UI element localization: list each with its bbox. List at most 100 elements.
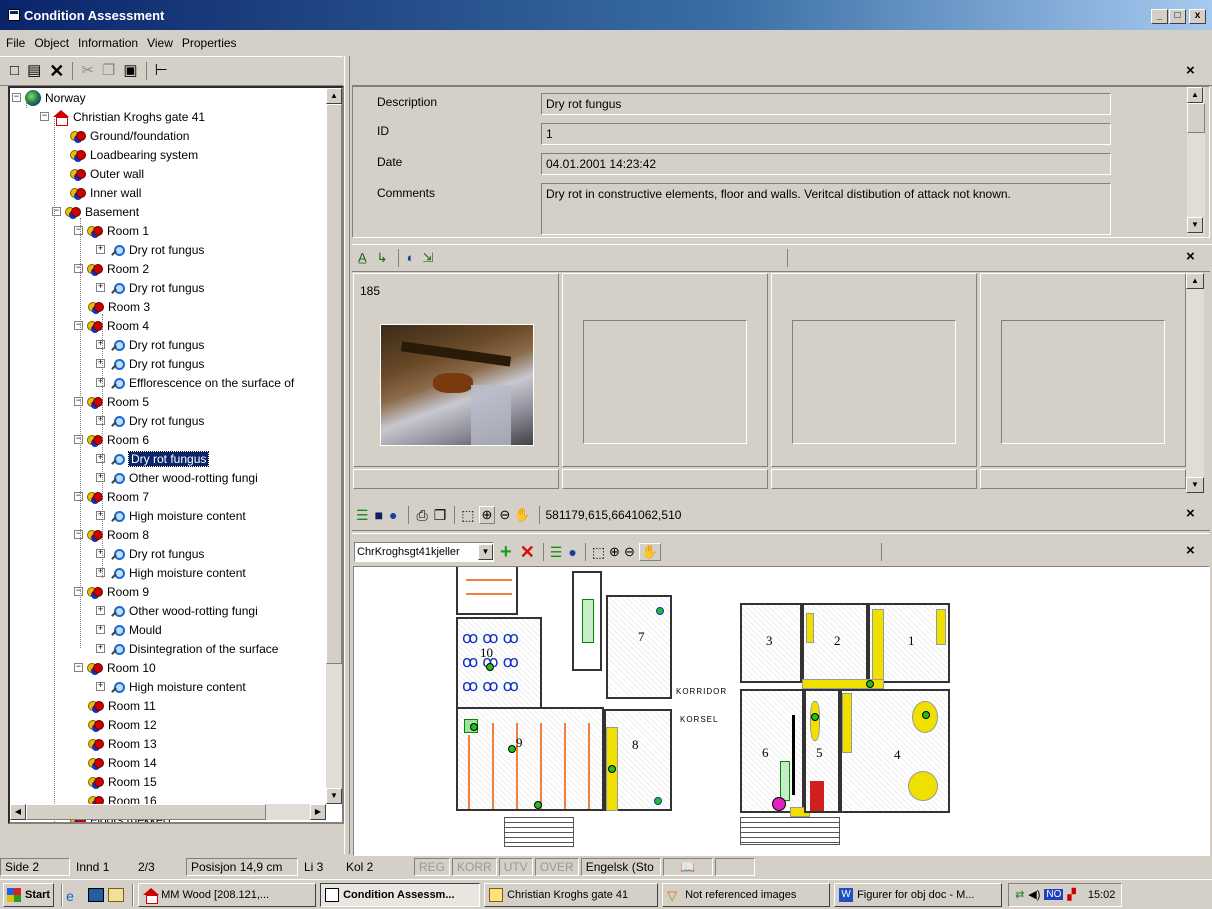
tree-expander[interactable]: + xyxy=(96,473,105,482)
tree-item-finding[interactable]: + High moisture content xyxy=(96,563,246,582)
tree-item-object[interactable]: Loadbearing system xyxy=(70,145,198,164)
link-image-icon[interactable]: ↳ xyxy=(377,250,388,266)
tree-item-object[interactable]: − Room 4 xyxy=(74,316,149,335)
tree-item-finding[interactable]: + Other wood-rotting fungi xyxy=(96,601,258,620)
ie-icon[interactable]: e xyxy=(66,888,84,904)
panel-divider[interactable] xyxy=(352,530,1210,534)
tree-item-object[interactable]: Room 13 xyxy=(88,734,157,753)
save-map-icon[interactable]: ■ xyxy=(375,507,383,523)
scroll-left-button[interactable]: ◀ xyxy=(10,804,26,820)
scroll-thumb[interactable] xyxy=(326,104,342,664)
task-christian-kroghs[interactable]: Christian Kroghs gate 41 xyxy=(484,882,659,907)
tree-view-icon[interactable]: ⊢ xyxy=(155,62,168,80)
marker-dot[interactable] xyxy=(811,713,819,721)
status-over[interactable]: OVER xyxy=(534,858,579,876)
room-1[interactable]: 1 xyxy=(868,603,950,683)
marker-dot[interactable] xyxy=(608,765,616,773)
image-scrollbar[interactable]: ▲ ▼ xyxy=(1186,273,1204,493)
task-figurer[interactable]: W Figurer for obj doc - M... xyxy=(834,882,1003,907)
tree-item-object[interactable]: Room 15 xyxy=(88,772,157,791)
tree-expander[interactable]: − xyxy=(74,663,83,672)
tree-item-finding[interactable]: + Dry rot fungus xyxy=(96,354,204,373)
comments-field[interactable]: Dry rot in constructive elements, floor … xyxy=(541,183,1111,235)
menu-view[interactable]: View xyxy=(147,36,173,50)
pan-hand-icon[interactable]: ✋ xyxy=(638,543,662,561)
scroll-right-button[interactable]: ▶ xyxy=(310,804,326,820)
tree-item-building[interactable]: − Christian Kroghs gate 41 xyxy=(40,107,205,126)
menu-properties[interactable]: Properties xyxy=(182,36,237,50)
tree-expander[interactable]: + xyxy=(96,606,105,615)
tree-item-finding[interactable]: + Dry rot fungus xyxy=(96,449,210,468)
tree-expander[interactable]: − xyxy=(40,112,49,121)
image-cell[interactable] xyxy=(562,273,768,467)
tree-expander[interactable]: − xyxy=(74,397,83,406)
tree-expander[interactable]: + xyxy=(96,245,105,254)
tree-item-finding[interactable]: + Mould xyxy=(96,620,162,639)
paste-icon[interactable]: ▣ xyxy=(123,62,137,80)
pane-splitter[interactable] xyxy=(344,56,350,854)
layer-select[interactable]: ChrKroghsgt41kjeller ▼ xyxy=(354,542,494,562)
properties-icon[interactable]: ▤ xyxy=(27,62,41,80)
status-utv[interactable]: UTV xyxy=(498,858,533,876)
tree-expander[interactable]: + xyxy=(96,454,105,463)
zoom-out-icon[interactable]: ⊖ xyxy=(499,507,510,523)
export-image-icon[interactable]: ⇲ xyxy=(422,250,433,266)
copy-map-icon[interactable]: ❐ xyxy=(434,507,447,524)
marker-dot[interactable] xyxy=(654,797,662,805)
close-button[interactable]: x xyxy=(1189,9,1206,24)
scroll-up-button[interactable]: ▲ xyxy=(1187,87,1203,103)
tree-item-finding[interactable]: + Other wood-rotting fungi xyxy=(96,468,258,487)
delete-icon[interactable]: ✕ xyxy=(49,62,64,80)
marker-dot[interactable] xyxy=(656,607,664,615)
tree-expander[interactable]: + xyxy=(96,340,105,349)
tree-item-object[interactable]: − Room 2 xyxy=(74,259,149,278)
layer-close-icon[interactable]: × xyxy=(1186,542,1195,559)
tree-scrollbar-vertical[interactable]: ▲ ▼ xyxy=(326,88,342,804)
room-9[interactable]: 9 xyxy=(456,707,604,811)
tree-item-object[interactable]: Ground/foundation xyxy=(70,126,189,145)
print-icon[interactable]: ⎙ xyxy=(417,507,428,524)
scroll-down-button[interactable]: ▼ xyxy=(1187,217,1203,233)
tree-expander[interactable]: − xyxy=(74,264,83,273)
select-tool-icon[interactable]: ⬚ xyxy=(592,544,605,561)
tree-item-finding[interactable]: + Disintegration of the surface xyxy=(96,639,278,658)
tree-expander[interactable]: + xyxy=(96,568,105,577)
task-not-referenced[interactable]: ▽ Not referenced images xyxy=(662,882,831,907)
tree-item-finding[interactable]: + Dry rot fungus xyxy=(96,278,204,297)
tree-expander[interactable]: − xyxy=(74,587,83,596)
room-2[interactable]: 2 xyxy=(802,603,868,683)
marker-dot[interactable] xyxy=(470,723,478,731)
menu-object[interactable]: Object xyxy=(34,36,69,50)
minimize-button[interactable]: _ xyxy=(1151,9,1168,24)
tree-item-finding[interactable]: + Efflorescence on the surface of xyxy=(96,373,294,392)
tree-item-object[interactable]: Room 11 xyxy=(88,696,156,715)
tree-item-object[interactable]: − Basement xyxy=(52,202,139,221)
menu-file[interactable]: File xyxy=(6,36,25,50)
tree-expander[interactable]: + xyxy=(96,359,105,368)
tree-expander[interactable]: + xyxy=(96,416,105,425)
start-button[interactable]: Start xyxy=(3,882,55,907)
remove-layer-icon[interactable]: ✕ xyxy=(520,542,535,563)
spellcheck-icon[interactable]: 📖 xyxy=(662,858,713,876)
tree-item-object[interactable]: Inner wall xyxy=(70,183,141,202)
outlook-icon[interactable] xyxy=(108,887,125,902)
tree-expander[interactable]: + xyxy=(96,549,105,558)
zoom-in-icon[interactable]: ⊕ xyxy=(478,506,496,524)
tree-item-finding[interactable]: + Dry rot fungus xyxy=(96,544,204,563)
scroll-thumb[interactable] xyxy=(1187,103,1205,133)
scroll-up-button[interactable]: ▲ xyxy=(326,88,342,104)
tree-item-object[interactable]: − Room 7 xyxy=(74,487,149,506)
tree-item-object[interactable]: − Room 8 xyxy=(74,525,149,544)
image-cell[interactable] xyxy=(980,273,1186,467)
marker-dot[interactable] xyxy=(922,711,930,719)
tree-item-object[interactable]: Outer wall xyxy=(70,164,144,183)
task-mm-wood[interactable]: MM Wood [208.121,... xyxy=(138,882,317,907)
id-field[interactable]: 1 xyxy=(541,123,1111,145)
scan-image-icon[interactable]: ◐ xyxy=(407,250,415,265)
chevron-down-icon[interactable]: ▼ xyxy=(478,544,493,560)
marker-dot[interactable] xyxy=(866,680,874,688)
description-field[interactable]: Dry rot fungus xyxy=(541,93,1111,115)
scroll-down-button[interactable]: ▼ xyxy=(326,788,342,804)
globe-icon[interactable]: ● xyxy=(568,544,576,560)
copy-icon[interactable]: ❐ xyxy=(102,62,115,80)
